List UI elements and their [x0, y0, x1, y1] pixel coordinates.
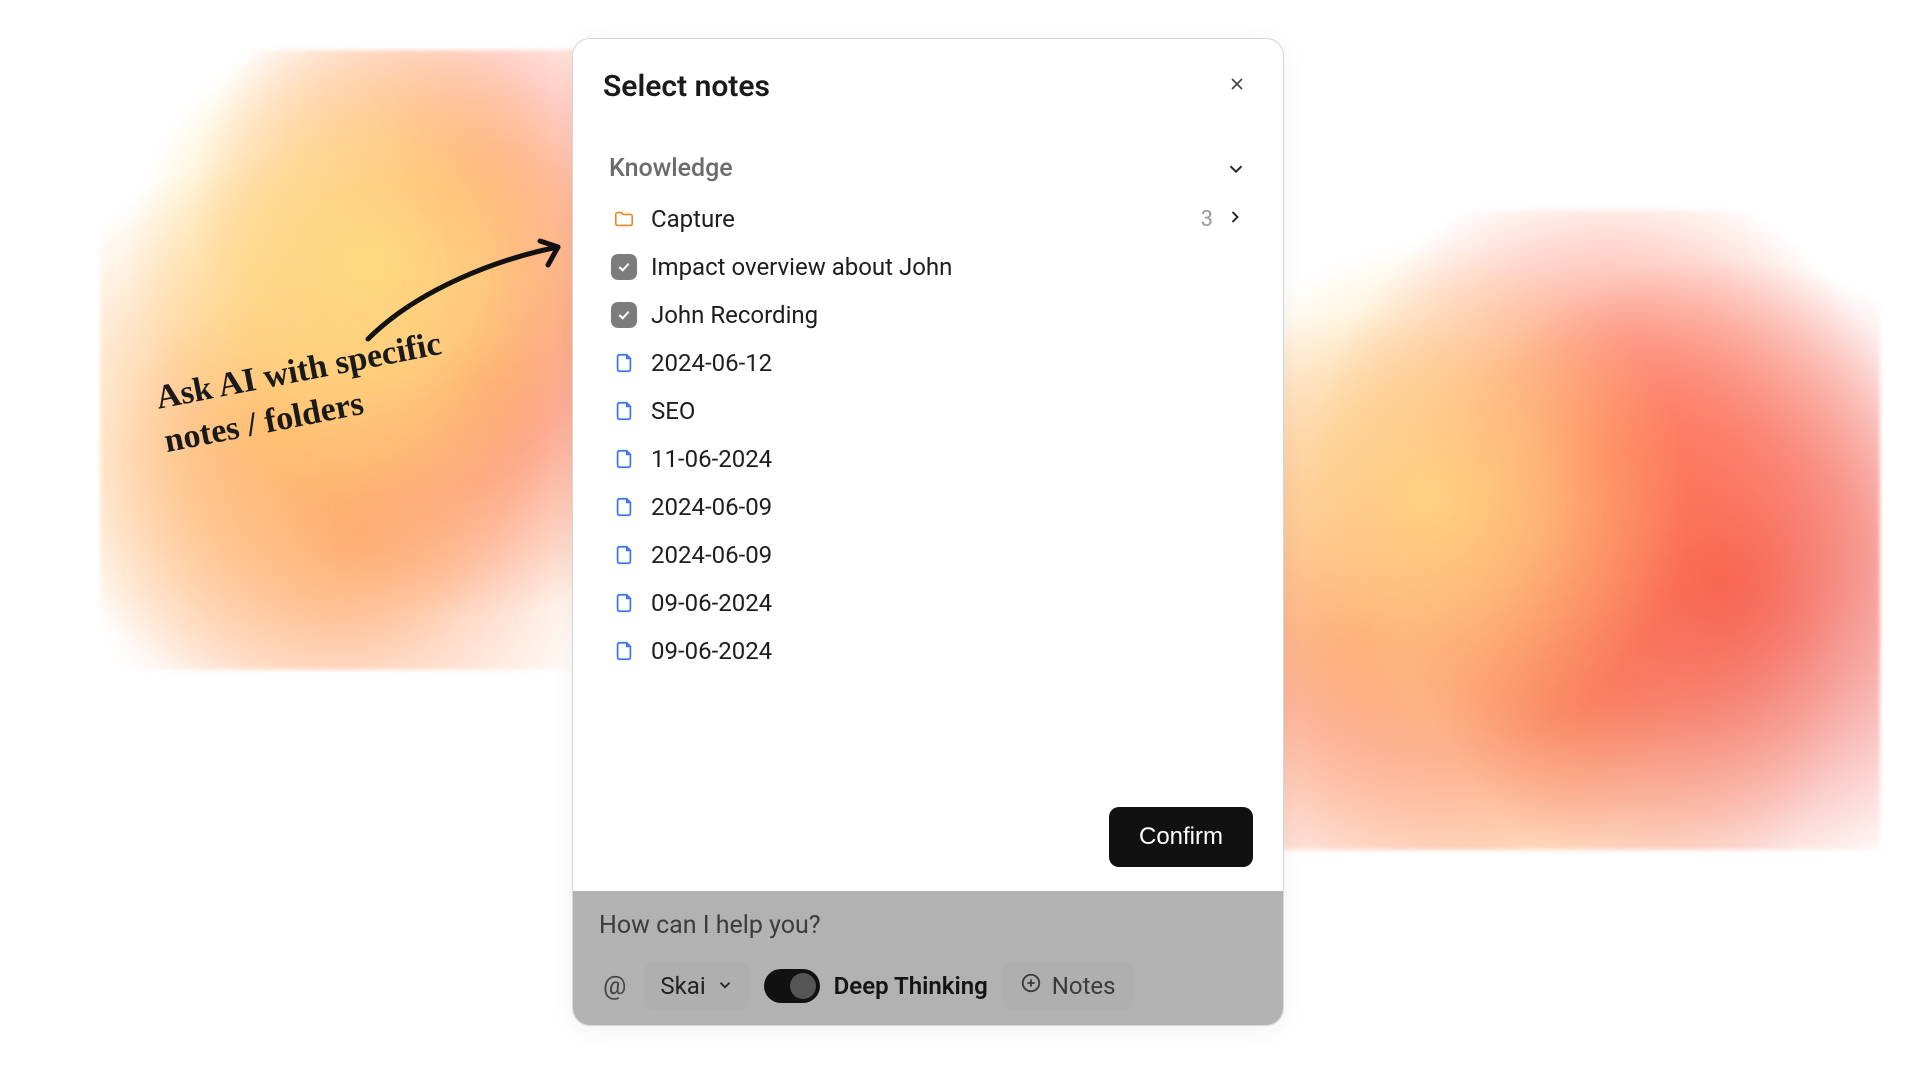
list-item-label: SEO	[651, 397, 1245, 425]
model-selector[interactable]: Skai	[644, 962, 749, 1010]
handwritten-annotation: Ask AI with specific notes / folders	[148, 234, 578, 514]
deep-thinking-toggle[interactable]	[764, 969, 820, 1003]
list-item[interactable]: John Recording	[605, 291, 1251, 339]
deep-thinking-label: Deep Thinking	[834, 972, 988, 1000]
list-item[interactable]: 2024-06-12	[605, 339, 1251, 387]
app-panel: Select notes Knowledge Capture 3 Impact ov…	[572, 38, 1284, 1026]
close-button[interactable]	[1221, 69, 1253, 101]
chevron-down-icon	[716, 972, 734, 1000]
list-item[interactable]: 2024-06-09	[605, 531, 1251, 579]
arrow-icon	[358, 229, 578, 349]
select-notes-modal: Select notes Knowledge Capture 3 Impact ov…	[573, 39, 1283, 891]
section-title: Knowledge	[609, 154, 733, 183]
file-icon	[611, 590, 637, 616]
list-item-label: 09-06-2024	[651, 589, 1245, 617]
file-icon	[611, 398, 637, 424]
list-item[interactable]: 11-06-2024	[605, 435, 1251, 483]
section-header-knowledge[interactable]: Knowledge	[605, 148, 1251, 189]
plus-circle-icon	[1020, 972, 1042, 1000]
list-item[interactable]: Impact overview about John	[605, 243, 1251, 291]
list-item[interactable]: 2024-06-09	[605, 483, 1251, 531]
ask-input-placeholder[interactable]: How can I help you?	[599, 911, 1257, 940]
list-item[interactable]: Capture 3	[605, 195, 1251, 243]
toggle-knob	[790, 973, 816, 999]
mention-icon[interactable]: @	[599, 971, 630, 1001]
ask-panel: How can I help you? @ Skai Deep Thinking…	[573, 891, 1283, 1026]
close-icon	[1227, 74, 1247, 97]
file-icon	[611, 350, 637, 376]
notes-button[interactable]: Notes	[1002, 962, 1134, 1010]
folder-count: 3	[1201, 207, 1213, 232]
modal-title: Select notes	[603, 69, 770, 104]
annotation-line-one: Ask AI with specific	[153, 325, 445, 417]
list-item-label: 11-06-2024	[651, 445, 1245, 473]
chevron-down-icon	[1225, 158, 1247, 180]
list-item-label: 2024-06-12	[651, 349, 1245, 377]
model-name: Skai	[660, 972, 705, 1000]
list-item[interactable]: SEO	[605, 387, 1251, 435]
list-item-label: 2024-06-09	[651, 541, 1245, 569]
list-item-label: John Recording	[651, 301, 1245, 329]
checkbox-checked[interactable]	[611, 254, 637, 280]
notes-list: Capture 3 Impact overview about John John R…	[605, 195, 1251, 675]
annotation-line-two: notes / folders	[161, 385, 366, 460]
notes-button-label: Notes	[1052, 972, 1116, 1000]
chevron-right-icon	[1225, 205, 1245, 233]
folder-tail: 3	[1201, 205, 1245, 233]
list-item-label: 2024-06-09	[651, 493, 1245, 521]
file-icon	[611, 638, 637, 664]
list-item-label: Capture	[651, 205, 1187, 233]
checkbox-checked[interactable]	[611, 302, 637, 328]
confirm-button[interactable]: Confirm	[1109, 807, 1253, 867]
list-item-label: Impact overview about John	[651, 253, 1245, 281]
file-icon	[611, 494, 637, 520]
list-item[interactable]: 09-06-2024	[605, 579, 1251, 627]
list-item-label: 09-06-2024	[651, 637, 1245, 665]
folder-icon	[611, 206, 637, 232]
file-icon	[611, 446, 637, 472]
list-item[interactable]: 09-06-2024	[605, 627, 1251, 675]
file-icon	[611, 542, 637, 568]
